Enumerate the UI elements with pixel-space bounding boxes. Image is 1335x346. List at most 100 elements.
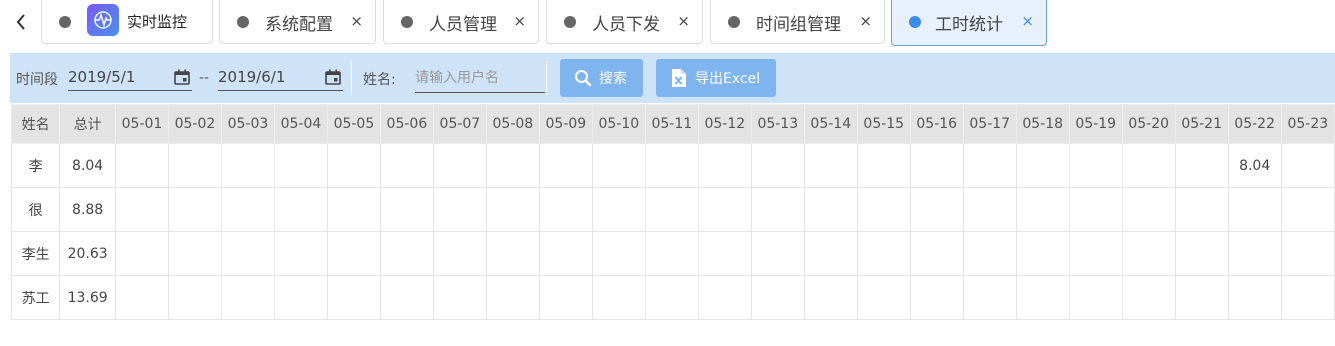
calendar-icon[interactable] <box>174 69 190 85</box>
cell-day-hours <box>1015 187 1070 232</box>
end-date-value: 2019/6/1 <box>218 68 286 86</box>
column-header-date: 05-08 <box>485 104 540 144</box>
cell-day-hours <box>432 143 487 188</box>
tab-personnel-dispatch[interactable]: 人员下发 × <box>546 0 703 44</box>
close-icon[interactable]: × <box>859 12 872 30</box>
column-header-date: 05-20 <box>1121 104 1176 144</box>
cell-day-hours <box>273 143 328 188</box>
cell-day-hours <box>326 143 381 188</box>
cell-day-hours <box>644 187 699 232</box>
column-header-date: 05-02 <box>167 104 222 144</box>
cell-day-hours <box>644 275 699 320</box>
cell-day-hours <box>962 231 1017 276</box>
cell-day-hours <box>167 231 222 276</box>
cell-day-hours <box>909 275 964 320</box>
name-search-input[interactable] <box>415 63 545 93</box>
cell-day-hours <box>1280 231 1335 276</box>
cell-day-hours <box>379 187 434 232</box>
cell-day-hours <box>750 143 805 188</box>
tab-status-dot <box>909 16 921 28</box>
search-button[interactable]: 搜索 <box>560 59 643 97</box>
cell-name: 苏工 <box>10 275 61 320</box>
end-date-input[interactable]: 2019/6/1 <box>218 63 343 91</box>
cell-day-hours <box>1121 275 1176 320</box>
tab-bar: 实时监控 系统配置 × 人员管理 × 人员下发 × 时间组管理 × 工时统计 × <box>0 0 1335 46</box>
cell-day-hours <box>803 275 858 320</box>
cell-day-hours <box>432 187 487 232</box>
calendar-icon[interactable] <box>325 69 341 85</box>
cell-day-hours <box>1121 231 1176 276</box>
cell-day-hours <box>114 275 169 320</box>
cell-day-hours <box>485 187 540 232</box>
cell-day-hours <box>1227 231 1282 276</box>
cell-name: 李生 <box>10 231 61 276</box>
tab-label: 实时监控 <box>127 13 188 31</box>
cell-day-hours <box>432 231 487 276</box>
column-header-name: 姓名 <box>10 104 61 144</box>
close-icon[interactable]: × <box>513 12 526 30</box>
tab-personnel-management[interactable]: 人员管理 × <box>383 0 539 44</box>
search-icon <box>575 70 592 87</box>
column-header-date: 05-17 <box>962 104 1017 144</box>
cell-day-hours <box>538 231 593 276</box>
column-header-date: 05-05 <box>326 104 381 144</box>
cell-day-hours <box>1280 187 1335 232</box>
export-button-label: 导出Excel <box>695 71 761 87</box>
cell-day-hours <box>856 231 911 276</box>
column-header-date: 05-22 <box>1227 104 1282 144</box>
tab-label: 人员管理 <box>429 15 497 35</box>
cell-day-hours <box>1068 143 1123 188</box>
cell-day-hours <box>379 275 434 320</box>
table-row: 李 8.04 8.04 <box>10 143 1335 188</box>
close-icon[interactable]: × <box>1021 12 1034 30</box>
cell-day-hours <box>962 275 1017 320</box>
excel-file-icon <box>672 69 686 87</box>
cell-total: 20.63 <box>59 231 116 276</box>
column-header-date: 05-11 <box>644 104 699 144</box>
cell-total: 8.88 <box>59 187 116 232</box>
cell-name: 李 <box>10 143 61 188</box>
cell-day-hours <box>220 187 275 232</box>
cell-day-hours <box>167 275 222 320</box>
cell-day-hours <box>962 187 1017 232</box>
cell-day-hours <box>1174 187 1229 232</box>
cell-day-hours <box>644 231 699 276</box>
cell-day-hours <box>114 143 169 188</box>
cell-day-hours <box>697 143 752 188</box>
tab-time-group-management[interactable]: 时间组管理 × <box>710 0 885 44</box>
start-date-input[interactable]: 2019/5/1 <box>68 63 192 91</box>
cell-day-hours <box>750 275 805 320</box>
search-button-label: 搜索 <box>599 71 627 87</box>
table-row: 李生 20.63 <box>10 231 1335 276</box>
cell-day-hours <box>697 275 752 320</box>
export-excel-button[interactable]: 导出Excel <box>656 59 776 97</box>
close-icon[interactable]: × <box>677 12 690 30</box>
cell-day-hours <box>1121 187 1176 232</box>
column-header-date: 05-16 <box>909 104 964 144</box>
cell-day-hours <box>1227 187 1282 232</box>
column-header-date: 05-15 <box>856 104 911 144</box>
close-icon[interactable]: × <box>350 12 363 30</box>
column-header-date: 05-13 <box>750 104 805 144</box>
cell-day-hours <box>644 143 699 188</box>
work-hours-table: 姓名 总计 05-01 05-02 05-03 05-04 05-05 05-06 05-07 0… <box>10 104 1335 320</box>
cell-day-hours <box>1174 275 1229 320</box>
tab-work-hours-stats[interactable]: 工时统计 × <box>891 0 1047 46</box>
cell-day-hours <box>1227 275 1282 320</box>
cell-day-hours <box>909 187 964 232</box>
cell-day-hours <box>432 275 487 320</box>
cell-day-hours <box>1015 143 1070 188</box>
cell-day-hours <box>538 187 593 232</box>
column-header-date: 05-07 <box>432 104 487 144</box>
cell-day-hours <box>591 231 646 276</box>
tabs-back-button[interactable] <box>8 8 34 36</box>
cell-day-hours <box>485 231 540 276</box>
tab-status-dot <box>564 16 576 28</box>
cell-day-hours <box>856 275 911 320</box>
cell-day-hours <box>114 187 169 232</box>
tab-realtime-monitor[interactable]: 实时监控 <box>41 0 213 44</box>
cell-total: 8.04 <box>59 143 116 188</box>
monitor-app-icon <box>87 4 119 36</box>
tab-system-config[interactable]: 系统配置 × <box>219 0 376 44</box>
cell-day-hours <box>909 143 964 188</box>
